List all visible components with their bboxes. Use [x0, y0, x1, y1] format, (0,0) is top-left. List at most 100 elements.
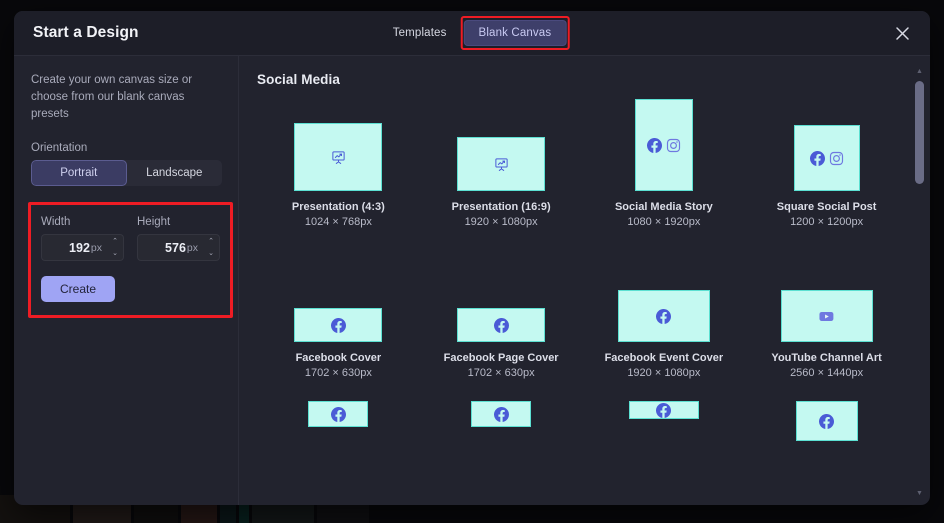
- scroll-up-arrow-icon[interactable]: ▲: [916, 66, 923, 77]
- preset-thumbnail: [795, 401, 858, 441]
- preset-name: Facebook Cover: [295, 352, 382, 364]
- preset-card[interactable]: YouTube Channel Art 2560 × 1440px: [745, 250, 908, 379]
- preset-thumbnail: [617, 290, 710, 342]
- width-label: Width: [41, 216, 71, 228]
- presentation-icon: [494, 157, 509, 172]
- preset-thumbnail-box: [617, 250, 710, 342]
- tab-blank-canvas[interactable]: Blank Canvas: [460, 16, 570, 50]
- preset-dimensions: 1702 × 630px: [304, 367, 372, 379]
- preset-thumbnail-box: [457, 99, 546, 191]
- preset-name: Square Social Post: [776, 201, 877, 213]
- width-stepper: 192 px ⌃ ⌄: [41, 234, 124, 261]
- height-stepper: 576 px ⌃ ⌄: [137, 234, 220, 261]
- facebook-icon: [809, 150, 825, 166]
- tab-group: Templates Blank Canvas: [378, 16, 570, 50]
- preset-name: Facebook Page Cover: [443, 352, 559, 364]
- preset-card[interactable]: Facebook Event Cover 1920 × 1080px: [583, 250, 746, 379]
- facebook-icon: [493, 317, 509, 333]
- orientation-label: Orientation: [31, 142, 88, 154]
- preset-dimensions: 1024 × 768px: [304, 216, 372, 228]
- preset-name: Facebook Event Cover: [604, 352, 724, 364]
- preset-card[interactable]: [257, 401, 420, 441]
- height-increment-button[interactable]: ⌃: [203, 235, 219, 248]
- preset-thumbnail: [457, 308, 546, 342]
- facebook-icon: [646, 137, 662, 153]
- preset-thumbnail: [308, 401, 369, 427]
- tab-templates[interactable]: Templates: [378, 20, 462, 46]
- size-fields: Width 192 px ⌃ ⌄ Height 576 px ⌃ ⌄: [41, 216, 220, 261]
- preset-grid: Presentation (4:3) 1024 × 768px Presentati…: [239, 99, 930, 441]
- width-value: 192: [69, 240, 90, 255]
- preset-dimensions: 2560 × 1440px: [790, 367, 864, 379]
- width-decrement-button[interactable]: ⌄: [107, 248, 123, 261]
- preset-dimensions: 1920 × 1080px: [464, 216, 538, 228]
- preset-card[interactable]: Facebook Cover 1702 × 630px: [257, 250, 420, 379]
- preset-dimensions: 1080 × 1920px: [627, 216, 701, 228]
- width-input[interactable]: 192 px: [41, 234, 107, 261]
- preset-thumbnail-box: [628, 401, 699, 419]
- section-title: Social Media: [257, 72, 340, 87]
- preset-card[interactable]: Presentation (16:9) 1920 × 1080px: [420, 99, 583, 228]
- custom-size-sidebar: Create your own canvas size or choose fr…: [14, 56, 239, 505]
- dialog-header: Start a Design Templates Blank Canvas: [14, 11, 930, 56]
- preset-thumbnail: [793, 125, 860, 191]
- facebook-icon: [656, 308, 672, 324]
- preset-card[interactable]: Social Media Story 1080 × 1920px: [583, 99, 746, 228]
- scrollbar-thumb[interactable]: [915, 81, 924, 184]
- facebook-icon: [819, 413, 835, 429]
- close-icon[interactable]: [890, 21, 914, 45]
- width-increment-button[interactable]: ⌃: [107, 235, 123, 248]
- preset-thumbnail: [294, 308, 383, 342]
- dialog-body: Create your own canvas size or choose fr…: [14, 56, 930, 505]
- preset-thumbnail-box: [795, 401, 858, 441]
- preset-name: Presentation (16:9): [451, 201, 551, 213]
- preset-thumbnail: [780, 290, 873, 342]
- scrollbar-track[interactable]: [913, 77, 926, 488]
- preset-card[interactable]: Facebook Page Cover 1702 × 630px: [420, 250, 583, 379]
- preset-thumbnail-box: [471, 401, 532, 427]
- start-a-design-dialog: Start a Design Templates Blank Canvas Cr…: [14, 11, 930, 505]
- height-label: Height: [137, 216, 171, 228]
- preset-thumbnail-box: [294, 250, 383, 342]
- preset-dimensions: 1200 × 1200px: [790, 216, 864, 228]
- preset-thumbnail: [634, 99, 693, 191]
- height-value: 576: [165, 240, 186, 255]
- orientation-option-portrait[interactable]: Portrait: [31, 160, 127, 186]
- preset-card[interactable]: Presentation (4:3) 1024 × 768px: [257, 99, 420, 228]
- preset-card[interactable]: [745, 401, 908, 441]
- preset-thumbnail: [471, 401, 532, 427]
- preset-card[interactable]: [583, 401, 746, 441]
- facebook-icon: [656, 402, 672, 418]
- presets-content-area: Social Media Presentation (4:3) 1024 × 76…: [239, 56, 930, 505]
- preset-thumbnail-box: [780, 250, 873, 342]
- preset-thumbnail: [294, 123, 383, 191]
- width-spinner: ⌃ ⌄: [107, 234, 124, 261]
- preset-card[interactable]: Square Social Post 1200 × 1200px: [745, 99, 908, 228]
- content-scrollbar[interactable]: ▲ ▼: [913, 66, 926, 499]
- page-title: Start a Design: [33, 24, 139, 41]
- height-unit: px: [186, 241, 198, 254]
- preset-thumbnail-box: [457, 250, 546, 342]
- create-button[interactable]: Create: [41, 276, 115, 302]
- preset-thumbnail-box: [634, 99, 693, 191]
- canvas-size-section: Width 192 px ⌃ ⌄ Height 576 px ⌃ ⌄ Creat…: [28, 202, 233, 318]
- preset-dimensions: 1920 × 1080px: [627, 367, 701, 379]
- instagram-icon: [829, 151, 844, 166]
- height-field-group: Height 576 px ⌃ ⌄: [137, 216, 220, 261]
- youtube-icon: [819, 311, 834, 322]
- preset-name: Presentation (4:3): [291, 201, 385, 213]
- preset-thumbnail-box: [308, 401, 369, 427]
- preset-card[interactable]: [420, 401, 583, 441]
- orientation-toggle: Portrait Landscape: [31, 160, 222, 186]
- height-spinner: ⌃ ⌄: [203, 234, 220, 261]
- orientation-option-landscape[interactable]: Landscape: [127, 160, 223, 186]
- sidebar-description: Create your own canvas size or choose fr…: [31, 74, 193, 120]
- scroll-down-arrow-icon[interactable]: ▼: [916, 488, 923, 499]
- preset-name: Social Media Story: [614, 201, 713, 213]
- preset-name: YouTube Channel Art: [771, 352, 882, 364]
- instagram-icon: [666, 138, 681, 153]
- height-input[interactable]: 576 px: [137, 234, 203, 261]
- facebook-icon: [330, 317, 346, 333]
- height-decrement-button[interactable]: ⌄: [203, 248, 219, 261]
- facebook-icon: [493, 406, 509, 422]
